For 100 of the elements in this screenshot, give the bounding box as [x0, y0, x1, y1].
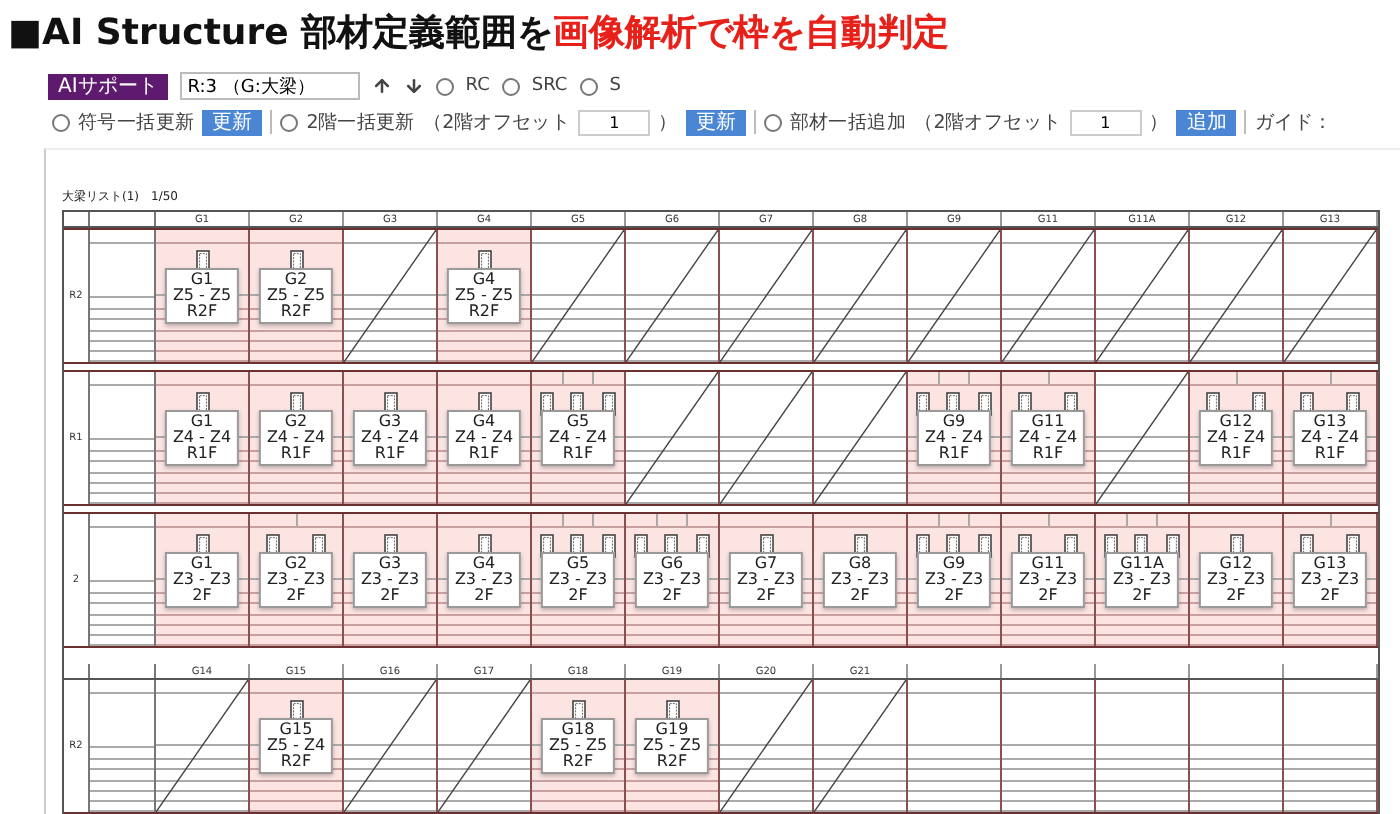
floor-label: R1F — [468, 446, 500, 462]
axis-range: Z4 - Z4 — [1206, 430, 1266, 446]
member-name: G1 — [190, 414, 214, 430]
guide-label: ガイド： — [1254, 109, 1333, 135]
axis-range: Z3 - Z3 — [736, 572, 796, 588]
axis-range: Z3 - Z3 — [1300, 572, 1360, 588]
axis-range: Z3 - Z3 — [1112, 572, 1172, 588]
radio-label: RC — [465, 76, 490, 96]
floor-label: 2F — [1038, 588, 1058, 604]
axis-range: Z4 - Z4 — [924, 430, 984, 446]
member-name: G11A — [1120, 556, 1164, 572]
member-name: G15 — [279, 722, 313, 738]
member-name: G4 — [472, 414, 496, 430]
floor-label: 2F — [286, 588, 306, 604]
floor-label: R1F — [1220, 446, 1252, 462]
axis-range: Z5 - Z5 — [548, 738, 608, 754]
radio-label: 2階一括更新 — [306, 109, 415, 135]
offset-field[interactable]: 1 — [578, 109, 651, 135]
member-name: G18 — [561, 722, 595, 738]
axis-range: Z3 - Z3 — [454, 572, 514, 588]
member-name: G6 — [660, 556, 684, 572]
member-name: G4 — [472, 556, 496, 572]
floor-label: R2F — [468, 304, 500, 320]
axis-range: Z5 - Z4 — [266, 738, 326, 754]
floor-label: 2F — [380, 588, 400, 604]
member-name: G4 — [472, 272, 496, 288]
page-heading: ■AI Structure 部材定義範囲を — [8, 10, 554, 56]
radio-label: SRC — [531, 76, 568, 96]
axis-range: Z4 - Z4 — [548, 430, 608, 446]
axis-range: Z3 - Z3 — [172, 572, 232, 588]
floor-label: 2F — [662, 588, 682, 604]
member-name: G12 — [1219, 556, 1253, 572]
floor-label: R2F — [562, 754, 594, 770]
member-name: G3 — [378, 414, 402, 430]
member-name: G19 — [655, 722, 689, 738]
floor-label: R2F — [280, 754, 312, 770]
heading-highlight: 画像解析で枠を自動判定 — [553, 10, 950, 56]
member-name: G13 — [1313, 414, 1347, 430]
ai-support-button[interactable]: AIサポート — [48, 73, 168, 99]
axis-range: Z3 - Z3 — [642, 572, 702, 588]
member-name: G3 — [378, 556, 402, 572]
member-field[interactable]: R:3 （G:大梁） — [179, 72, 360, 100]
floor-label: R1F — [280, 446, 312, 462]
radio-label: 部材一括追加 — [789, 109, 907, 135]
floor-label: 2F — [944, 588, 964, 604]
axis-range: Z5 - Z5 — [172, 288, 232, 304]
offset-label: （2階オフセット — [422, 109, 571, 135]
action-button[interactable]: 追加 — [1176, 109, 1237, 135]
floor-label: R1F — [186, 446, 218, 462]
floor-label: R1F — [938, 446, 970, 462]
radio-label: S — [609, 76, 621, 96]
axis-range: Z3 - Z3 — [1018, 572, 1078, 588]
member-name: G5 — [566, 414, 590, 430]
offset-field[interactable]: 1 — [1069, 109, 1142, 135]
offset-label: （2階オフセット — [914, 109, 1062, 135]
floor-label: R1F — [1314, 446, 1346, 462]
axis-range: Z3 - Z3 — [830, 572, 890, 588]
floor-label: R1F — [1032, 446, 1064, 462]
axis-range: Z3 - Z3 — [266, 572, 326, 588]
floor-label: R2F — [656, 754, 688, 770]
member-name: G2 — [284, 272, 308, 288]
axis-range: Z3 - Z3 — [1206, 572, 1266, 588]
floor-label: 2F — [568, 588, 588, 604]
axis-range: Z5 - Z5 — [266, 288, 326, 304]
action-button[interactable]: 更新 — [202, 109, 263, 135]
member-name: G11 — [1031, 556, 1065, 572]
axis-range: Z4 - Z4 — [172, 430, 232, 446]
floor-label: R2F — [186, 304, 218, 320]
floor-label: 2F — [756, 588, 776, 604]
axis-range: Z4 - Z4 — [1018, 430, 1078, 446]
floor-label: R1F — [374, 446, 406, 462]
floor-label: R1F — [562, 446, 594, 462]
member-name: G9 — [942, 414, 966, 430]
paren-label: ） — [658, 109, 678, 135]
axis-range: Z3 - Z3 — [548, 572, 608, 588]
axis-range: Z4 - Z4 — [266, 430, 326, 446]
floor-label: 2F — [1132, 588, 1152, 604]
floor-label: R2F — [280, 304, 312, 320]
member-name: G2 — [284, 414, 308, 430]
axis-range: Z3 - Z3 — [924, 572, 984, 588]
axis-range: Z4 - Z4 — [454, 430, 514, 446]
member-name: G2 — [284, 556, 308, 572]
member-name: G12 — [1219, 414, 1253, 430]
member-name: G8 — [848, 556, 872, 572]
member-name: G1 — [190, 556, 214, 572]
member-name: G7 — [754, 556, 778, 572]
member-name: G11 — [1031, 414, 1065, 430]
member-name: G5 — [566, 556, 590, 572]
floor-label: 2F — [1320, 588, 1340, 604]
member-name: G1 — [190, 272, 214, 288]
member-name: G9 — [942, 556, 966, 572]
axis-range: Z4 - Z4 — [1300, 430, 1360, 446]
action-button[interactable]: 更新 — [685, 109, 746, 135]
floor-label: 2F — [850, 588, 870, 604]
axis-range: Z5 - Z5 — [642, 738, 702, 754]
axis-range: Z5 - Z5 — [454, 288, 514, 304]
floor-label: 2F — [192, 588, 212, 604]
floor-label: 2F — [1226, 588, 1246, 604]
radio-label: 符号一括更新 — [78, 109, 195, 135]
axis-range: Z4 - Z4 — [360, 430, 420, 446]
